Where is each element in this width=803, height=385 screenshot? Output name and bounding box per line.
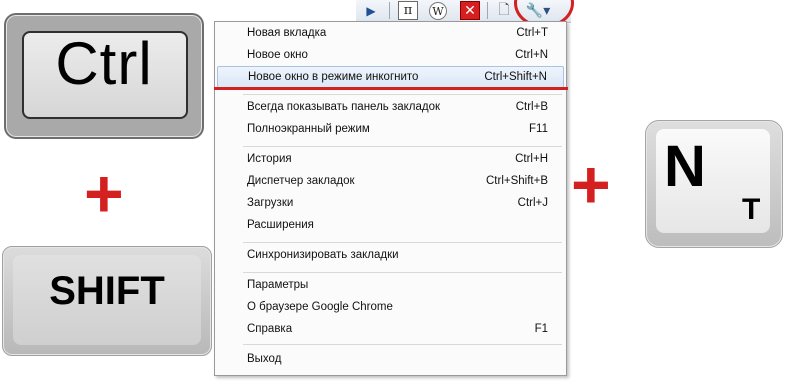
shift-key-image: SHIFT xyxy=(2,246,212,356)
menu-item-label: Загрузки xyxy=(247,197,294,209)
menu-item-new-incognito-window[interactable]: Новое окно в режиме инкогнито Ctrl+Shift… xyxy=(217,66,564,88)
menu-item-shortcut: Ctrl+J xyxy=(517,197,548,209)
menu-item-downloads[interactable]: Загрузки Ctrl+J xyxy=(217,193,564,215)
menu-item-label: О браузере Google Chrome xyxy=(247,301,393,313)
menu-item-extensions[interactable]: Расширения xyxy=(217,215,564,237)
menu-item-shortcut: Ctrl+T xyxy=(516,27,548,39)
ctrl-key-image: Ctrl xyxy=(4,13,204,139)
menu-item-history[interactable]: История Ctrl+H xyxy=(217,149,564,171)
menu-separator xyxy=(243,146,562,147)
menu-item-about[interactable]: О браузере Google Chrome xyxy=(217,297,564,319)
menu-item-shortcut: F11 xyxy=(529,123,548,135)
menu-item-label: Новое окно в режиме инкогнито xyxy=(248,71,419,83)
menu-item-shortcut: Ctrl+H xyxy=(515,153,548,165)
menu-item-label: Справка xyxy=(247,323,293,335)
menu-item-shortcut: Ctrl+Shift+B xyxy=(486,175,548,187)
wikipedia-icon[interactable]: W xyxy=(429,2,447,20)
n-key-sub-label: T xyxy=(742,193,761,226)
menu-item-shortcut: F1 xyxy=(534,323,548,335)
toolbar-separator xyxy=(389,2,390,19)
n-key-image: N T xyxy=(645,120,783,248)
menu-item-label: Новое окно xyxy=(247,49,308,61)
plus-sign: + xyxy=(84,156,124,232)
menu-item-exit[interactable]: Выход xyxy=(217,349,564,371)
menu-separator xyxy=(243,242,562,243)
menu-item-new-tab[interactable]: Новая вкладка Ctrl+T xyxy=(217,23,564,45)
ctrl-key-label: Ctrl xyxy=(55,30,153,97)
shift-key-label: SHIFT xyxy=(49,269,165,313)
chrome-menu: Новая вкладка Ctrl+T Новое окно Ctrl+N Н… xyxy=(214,21,567,376)
menu-item-bookmark-manager[interactable]: Диспетчер закладок Ctrl+Shift+B xyxy=(217,171,564,193)
play-icon[interactable]: ▶ xyxy=(361,1,381,20)
menu-item-sync-bookmarks[interactable]: Синхронизировать закладки xyxy=(217,245,564,267)
menu-item-label: Выход xyxy=(247,353,282,365)
menu-item-label: Всегда показывать панель закладок xyxy=(247,101,441,113)
menu-item-label: История xyxy=(247,153,292,165)
menu-item-settings[interactable]: Параметры xyxy=(217,275,564,297)
close-extension-icon[interactable]: ✕ xyxy=(460,1,480,20)
menu-item-label: Расширения xyxy=(247,219,314,231)
menu-item-fullscreen[interactable]: Полноэкранный режим F11 xyxy=(217,119,564,141)
menu-item-shortcut: Ctrl+B xyxy=(515,101,548,113)
menu-item-label: Диспетчер закладок xyxy=(247,175,355,187)
menu-item-new-window[interactable]: Новое окно Ctrl+N xyxy=(217,45,564,67)
incognito-underline xyxy=(214,87,568,90)
page-menu-icon[interactable]: 🗋 xyxy=(494,1,514,20)
menu-item-shortcut: Ctrl+Shift+N xyxy=(484,71,547,83)
menu-item-label: Синхронизировать закладки xyxy=(247,249,399,261)
menu-item-help[interactable]: Справка F1 xyxy=(217,319,564,341)
toolbar-separator xyxy=(487,2,488,19)
menu-item-shortcut: Ctrl+N xyxy=(515,49,548,61)
plus-sign: + xyxy=(571,147,611,223)
menu-item-bookmarks-bar[interactable]: Всегда показывать панель закладок Ctrl+B xyxy=(217,97,564,119)
menu-item-label: Полноэкранный режим xyxy=(247,123,370,135)
menu-separator xyxy=(243,344,562,345)
menu-item-label: Новая вкладка xyxy=(247,27,327,39)
menu-separator xyxy=(243,94,562,95)
menu-separator xyxy=(243,272,562,273)
n-key-label: N xyxy=(664,134,706,199)
menu-item-label: Параметры xyxy=(247,279,309,291)
pi-extension-icon[interactable]: π xyxy=(398,1,418,20)
